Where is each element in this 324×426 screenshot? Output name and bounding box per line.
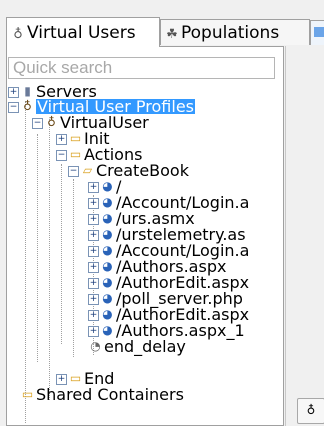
expand-icon[interactable]: + xyxy=(88,230,99,241)
collapse-icon[interactable]: − xyxy=(8,102,19,113)
web-page-icon: ◕ xyxy=(102,179,113,193)
folder-open-icon: ▱ xyxy=(82,163,93,177)
expand-icon[interactable]: + xyxy=(88,198,99,209)
collapse-icon[interactable]: − xyxy=(32,118,43,129)
user-icon: ♁ xyxy=(47,115,56,129)
web-page-icon: ◕ xyxy=(102,243,113,257)
chart-icon xyxy=(314,27,324,37)
folder-icon: ▭ xyxy=(69,131,82,145)
web-page-icon: ◕ xyxy=(102,291,113,305)
expand-icon[interactable]: + xyxy=(56,134,67,145)
expand-icon[interactable]: + xyxy=(88,214,99,225)
expand-icon[interactable]: + xyxy=(56,374,67,385)
tab-monitoring[interactable] xyxy=(310,20,324,45)
web-page-icon: ◕ xyxy=(102,195,113,209)
server-icon: ▮ xyxy=(24,84,31,98)
web-page-icon: ◕ xyxy=(102,323,113,337)
side-toolbar: ♁ xyxy=(285,46,324,426)
web-page-icon: ◕ xyxy=(102,275,113,289)
web-page-icon: ◕ xyxy=(102,227,113,241)
tab-virtual-users[interactable]: ♁ Virtual Users xyxy=(6,17,160,47)
expand-icon[interactable]: + xyxy=(88,326,99,337)
users-icon: ☘ xyxy=(166,27,178,42)
collapse-icon[interactable]: − xyxy=(56,150,67,161)
expand-icon[interactable]: + xyxy=(88,310,99,321)
web-page-icon: ◕ xyxy=(102,259,113,273)
search-input[interactable] xyxy=(8,57,275,79)
expand-icon[interactable]: + xyxy=(88,246,99,257)
expand-icon[interactable]: + xyxy=(88,182,99,193)
folder-icon: ▭ xyxy=(21,387,34,401)
tab-bar: ♁ Virtual Users ☘ Populations xyxy=(0,0,324,47)
folder-icon: ▭ xyxy=(69,371,82,385)
expand-icon[interactable]: + xyxy=(88,278,99,289)
delay-icon: ◔ xyxy=(90,339,101,353)
expand-icon[interactable]: + xyxy=(88,294,99,305)
expand-icon[interactable]: + xyxy=(8,87,19,98)
user-icon: ♁ xyxy=(23,99,32,113)
expand-icon[interactable]: + xyxy=(88,262,99,273)
user-icon: ♁ xyxy=(306,403,316,417)
folder-icon: ▭ xyxy=(69,147,82,161)
web-page-icon: ◕ xyxy=(102,307,113,321)
project-tree: + ▮ Servers − ♁ Virtual User Profiles − … xyxy=(8,82,284,426)
tab-populations[interactable]: ☘ Populations xyxy=(160,19,310,45)
collapse-icon[interactable]: − xyxy=(68,166,79,177)
add-user-button[interactable]: ♁ xyxy=(297,398,324,424)
web-page-icon: ◕ xyxy=(102,211,113,225)
user-icon: ♁ xyxy=(13,27,23,42)
